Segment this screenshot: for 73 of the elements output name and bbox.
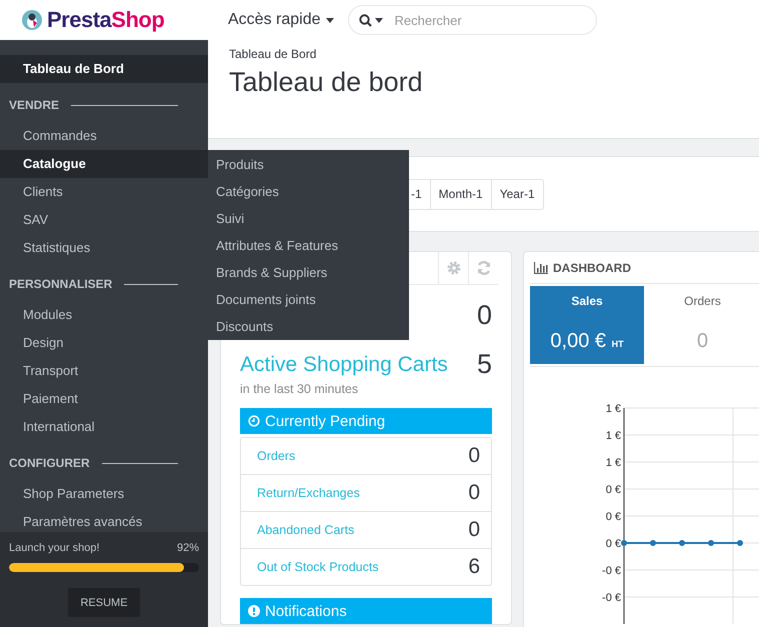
sidebar-item[interactable]: Paramètres avancés (0, 508, 208, 532)
pending-count: 0 (468, 481, 480, 505)
pending-count: 0 (468, 518, 480, 542)
sidebar-item[interactable]: Commandes (0, 122, 208, 150)
pending-count: 0 (468, 444, 480, 468)
kpi-value: 0 (696, 329, 710, 353)
submenu-item[interactable]: Documents joints (208, 286, 409, 313)
kpi-label: Sales (570, 293, 604, 308)
sidebar-item[interactable]: Shop Parameters (0, 480, 208, 508)
submenu-item[interactable]: Attributes & Features (208, 232, 409, 259)
submenu-item[interactable]: Brands & Suppliers (208, 259, 409, 286)
caret-icon (374, 18, 382, 22)
logo-icon (22, 10, 42, 30)
kpi-tab[interactable]: Sales 0,00 € HT (530, 286, 644, 364)
alert-icon (248, 605, 260, 617)
search-field[interactable]: Rechercher (348, 5, 596, 35)
data-point (621, 540, 627, 546)
y-tick-label: 0 € (606, 511, 621, 523)
data-point (737, 540, 743, 546)
pending-count: 6 (468, 555, 480, 579)
kpi-tab[interactable]: Orders 0 (646, 286, 759, 364)
sidebar-item[interactable]: Tableau de Bord (0, 55, 208, 83)
date-range-button[interactable]: -1 (409, 178, 431, 210)
resume-button[interactable]: RESUME (68, 588, 140, 617)
sidebar-item[interactable]: Catalogue (0, 150, 208, 178)
search-input[interactable]: Rechercher (392, 12, 566, 28)
quick-access-menu[interactable]: Accès rapide (208, 11, 348, 29)
sidebar-item[interactable]: Modules (0, 301, 208, 329)
y-tick-label: 1 € (606, 457, 621, 469)
breadcrumb[interactable]: Tableau de Bord (229, 47, 759, 61)
sidebar-item[interactable]: SAV (0, 206, 208, 234)
submenu-item[interactable]: Suivi (208, 205, 409, 232)
sidebar-item[interactable]: Design (0, 329, 208, 357)
y-tick-label: -0 € (602, 592, 621, 604)
y-tick-label: 0 € (606, 538, 621, 550)
section-heading: VENDRE (9, 98, 60, 112)
stat-caption: in the last 30 minutes (240, 382, 360, 396)
progress-percent: 92% (176, 542, 199, 554)
y-tick-label: 1 € (606, 403, 621, 415)
caret-icon (326, 18, 334, 22)
launch-label: Launch your shop! (9, 542, 100, 554)
section-title: Notifications (265, 602, 347, 620)
sidebar-item[interactable]: Clients (0, 178, 208, 206)
y-tick-label: -0 € (602, 565, 621, 577)
submenu-item[interactable]: Produits (208, 151, 409, 178)
date-range-button[interactable]: Month-1 (430, 178, 492, 210)
date-range-button[interactable]: Year-1 (492, 178, 544, 210)
refresh-icon (476, 260, 492, 276)
sidebar-item[interactable]: Paiement (0, 385, 208, 413)
kpi-value: 0,00 € HT (549, 329, 625, 353)
section-heading: PERSONNALISER (9, 277, 112, 291)
data-point (650, 540, 656, 546)
kpi-label: Orders (683, 293, 722, 308)
submenu-item[interactable]: Catégories (208, 178, 409, 205)
stat-value: 0 (476, 300, 492, 331)
submenu-item[interactable]: Discounts (208, 313, 409, 340)
data-point (708, 540, 714, 546)
y-tick-label: 1 € (606, 430, 621, 442)
section-heading: CONFIGURER (9, 456, 90, 470)
y-tick-label: 0 € (606, 484, 621, 496)
clock-icon (248, 415, 260, 427)
sidebar-item[interactable]: Transport (0, 357, 208, 385)
search-icon (358, 14, 372, 26)
data-point (679, 540, 685, 546)
page-title: Tableau de bord (229, 67, 424, 98)
stat-value: 5 (476, 349, 492, 380)
settings-icon (446, 260, 462, 276)
section-title: Currently Pending (265, 412, 386, 430)
sidebar-item[interactable]: International (0, 413, 208, 441)
panel-title: DASHBOARD (553, 260, 631, 274)
sidebar-item[interactable]: Statistiques (0, 234, 208, 262)
logo-text: PrestaShop (47, 7, 164, 33)
bar-chart-icon (534, 262, 548, 274)
